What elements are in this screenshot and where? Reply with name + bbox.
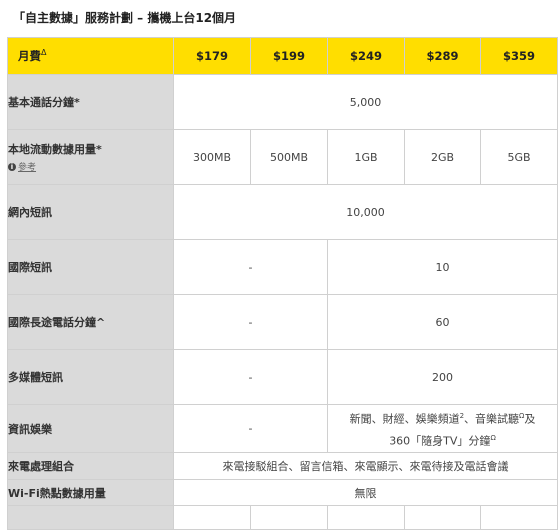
price-359: $359 [480, 37, 558, 75]
mms-left: - [173, 349, 328, 405]
row-label: 資訊娛樂 [7, 404, 174, 453]
monthly-fee-label: 月費Δ [7, 37, 174, 75]
plan-table: 月費Δ $179 $199 $249 $289 $359 基本通話分鐘* 5,0… [7, 37, 558, 530]
infotainment-left: - [173, 404, 328, 453]
info-icon: i [8, 163, 16, 171]
row-partial [7, 505, 558, 530]
basic-voice-value: 5,000 [173, 74, 558, 130]
row-label-local-data: 本地流動數據用量* i 參考 [7, 129, 174, 185]
price-289: $289 [404, 37, 481, 75]
header-row: 月費Δ $179 $199 $249 $289 $359 [7, 37, 558, 75]
row-idd-sms: 國際短訊 - 10 [7, 239, 558, 295]
row-label: 國際短訊 [7, 239, 174, 295]
cell [173, 505, 251, 530]
row-call-management: 來電處理組合 來電接駁組合、留言信箱、來電顯示、來電待接及電話會議 [7, 452, 558, 480]
price-179: $179 [173, 37, 251, 75]
page-title: 「自主數據」服務計劃 – 攜機上台12個月 [13, 11, 237, 25]
row-basic-voice: 基本通話分鐘* 5,000 [7, 74, 558, 130]
row-local-data: 本地流動數據用量* i 參考 300MB 500MB 1GB 2GB 5GB [7, 129, 558, 185]
row-label: 多媒體短訊 [7, 349, 174, 405]
intra-sms-value: 10,000 [173, 184, 558, 240]
idd-minutes-right: 60 [327, 294, 558, 350]
cell [250, 505, 328, 530]
data-value: 500MB [250, 129, 328, 185]
price-249: $249 [327, 37, 405, 75]
data-value: 1GB [327, 129, 405, 185]
data-value: 5GB [480, 129, 558, 185]
row-label [7, 505, 174, 530]
cell [404, 505, 481, 530]
row-idd-minutes: 國際長途電話分鐘^ - 60 [7, 294, 558, 350]
row-label: Wi-Fi熱點數據用量 [7, 479, 174, 506]
cell [480, 505, 558, 530]
data-value: 2GB [404, 129, 481, 185]
idd-sms-right: 10 [327, 239, 558, 295]
row-label: 基本通話分鐘* [7, 74, 174, 130]
price-199: $199 [250, 37, 328, 75]
row-infotainment: 資訊娛樂 - 新聞、財經、娛樂頻道2、音樂試聽Ω及 360「隨身TV」分鐘Ω [7, 404, 558, 453]
idd-sms-left: - [173, 239, 328, 295]
wifi-data-value: 無限 [173, 479, 558, 506]
call-management-value: 來電接駁組合、留言信箱、來電顯示、來電待接及電話會議 [173, 452, 558, 480]
row-mms: 多媒體短訊 - 200 [7, 349, 558, 405]
row-label: 國際長途電話分鐘^ [7, 294, 174, 350]
infotainment-right: 新聞、財經、娛樂頻道2、音樂試聽Ω及 360「隨身TV」分鐘Ω [327, 404, 558, 453]
row-label: 網內短訊 [7, 184, 174, 240]
idd-minutes-left: - [173, 294, 328, 350]
page: 「自主數據」服務計劃 – 攜機上台12個月 月費Δ $179 $199 $249… [0, 0, 560, 530]
reference-link[interactable]: 參考 [18, 163, 36, 173]
mms-right: 200 [327, 349, 558, 405]
row-intra-sms: 網內短訊 10,000 [7, 184, 558, 240]
row-wifi-data: Wi-Fi熱點數據用量 無限 [7, 479, 558, 506]
cell [327, 505, 405, 530]
data-value: 300MB [173, 129, 251, 185]
row-label: 來電處理組合 [7, 452, 174, 480]
